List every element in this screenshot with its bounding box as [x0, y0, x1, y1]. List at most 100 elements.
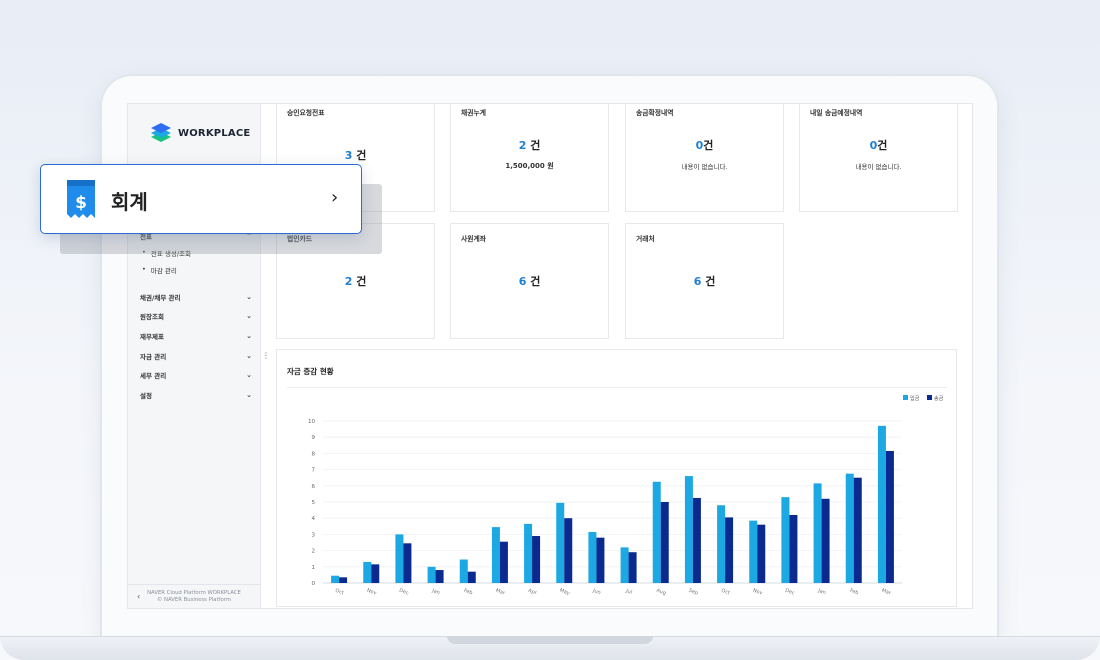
drag-handle-icon[interactable]: ⋮ [262, 351, 270, 360]
x-tick-label: Mar [881, 588, 893, 597]
x-tick-label: Jan [816, 588, 826, 597]
accounting-menu-popup[interactable]: $ 회계 › [40, 164, 362, 234]
bar-remittance [789, 514, 798, 583]
sidebar-item-receivables[interactable]: 채권/채무 관리 ⌄ [140, 292, 252, 302]
sidebar-item-funds[interactable]: 자금 관리 ⌄ [140, 351, 252, 361]
bar-deposit [749, 520, 758, 583]
bar-remittance [885, 450, 894, 583]
logo[interactable]: WORKPLACE [150, 122, 250, 144]
chevron-down-icon: ⌄ [246, 293, 252, 301]
x-tick-label: Apr [527, 588, 538, 597]
bar-deposit [459, 559, 468, 583]
sidebar-item-ledger[interactable]: 원장조회 ⌄ [140, 311, 252, 321]
x-tick-label: Sep [688, 588, 699, 597]
bar-deposit [588, 531, 597, 583]
bar-deposit [524, 523, 533, 583]
x-tick-label: Jan [430, 588, 440, 597]
bar-remittance [596, 537, 605, 583]
chevron-down-icon: ⌄ [246, 352, 252, 360]
bar-remittance [371, 564, 380, 583]
card-empty-message: 내용이 없습니다. [855, 163, 902, 171]
popup-label: 회계 [111, 190, 148, 214]
sidebar-subitem-closing[interactable]: • 마감 관리 [142, 265, 177, 275]
y-tick-label: 0 [312, 581, 316, 587]
bar-remittance [403, 543, 412, 583]
card-vendors[interactable]: 거래처 6 건 [625, 223, 784, 339]
card-empty-message: 내용이 없습니다. [681, 163, 728, 171]
card-remittance-tomorrow[interactable]: 내일 송금예정내역 0건 내용이 없습니다. [799, 104, 958, 212]
fund-chart: 0 1 2 3 4 5 6 7 8 9 10 Oct Nov Dec Jan Feb Mar Apr May Jun J… [308, 395, 944, 597]
bar-remittance [532, 536, 541, 583]
y-tick-label: 5 [312, 500, 316, 506]
card-sub-amount: 1,500,000 원 [505, 162, 554, 170]
bar-deposit [684, 476, 693, 583]
x-tick-label: Nov [752, 588, 763, 597]
x-tick-label: Mar [495, 588, 507, 597]
sidebar-item-financial-statements[interactable]: 재무제표 ⌄ [140, 331, 252, 341]
bar-remittance [692, 497, 701, 583]
x-tick-label: May [559, 587, 571, 596]
card-receivables[interactable]: 채권누계 2 건 1,500,000 원 [450, 104, 609, 212]
chevron-right-icon: › [331, 187, 339, 208]
card-count: 6 건 [693, 275, 716, 288]
x-tick-label: Dec [784, 588, 795, 597]
card-count: 2 건 [344, 275, 367, 288]
y-tick-label: 8 [312, 451, 316, 457]
y-tick-label: 6 [312, 484, 316, 490]
bar-deposit [395, 534, 404, 583]
chevron-down-icon: ⌄ [246, 332, 252, 340]
chevron-down-icon: ⌄ [246, 371, 252, 379]
y-tick-label: 2 [312, 549, 316, 555]
bar-remittance [499, 541, 508, 583]
bar-deposit [781, 497, 790, 583]
card-count: 3 건 [344, 149, 367, 162]
card-count: 2 건 [518, 139, 541, 152]
sidebar-item-tax[interactable]: 세무 관리 ⌄ [140, 370, 252, 380]
collapse-sidebar-icon[interactable]: ‹ [137, 593, 140, 601]
sidebar-footer: ‹ NAVER Cloud Platform WORKPLACE © NAVER… [128, 584, 260, 608]
card-employee-account[interactable]: 사원계좌 6 건 [450, 223, 609, 339]
chevron-down-icon: ⌄ [246, 391, 252, 399]
svg-text:$: $ [75, 193, 87, 213]
bar-deposit [845, 473, 854, 583]
laptop-notch [447, 636, 653, 644]
x-tick-label: Jul [624, 588, 633, 596]
bar-deposit [331, 575, 340, 583]
x-tick-label: Dec [398, 588, 409, 597]
chart-card: 자금 증감 현황 0 1 2 3 4 5 6 7 8 9 10 Oct Nov Dec Jan Feb Mar A… [276, 349, 957, 607]
bar-remittance [628, 552, 637, 583]
bar-remittance [660, 502, 669, 583]
card-count: 0건 [695, 139, 714, 152]
y-tick-label: 1 [312, 565, 316, 571]
y-tick-label: 4 [312, 516, 316, 522]
chevron-down-icon: ⌄ [246, 312, 252, 320]
bar-remittance [339, 577, 348, 583]
bar-deposit [652, 481, 661, 583]
x-tick-label: Jun [591, 588, 601, 597]
bar-remittance [757, 524, 766, 583]
bar-deposit [491, 527, 500, 583]
bar-remittance [435, 570, 444, 583]
bar-deposit [556, 502, 565, 583]
x-tick-label: Nov [366, 588, 377, 597]
y-tick-label: 10 [308, 419, 315, 425]
x-tick-label: Oct [720, 588, 730, 597]
bar-deposit [620, 547, 629, 583]
y-tick-label: 7 [312, 468, 316, 474]
x-tick-label: Oct [334, 588, 344, 597]
legend-swatch [927, 395, 932, 400]
bar-remittance [853, 477, 862, 583]
bar-deposit [717, 505, 726, 583]
sidebar-item-settings[interactable]: 설정 ⌄ [140, 390, 252, 400]
bar-deposit [877, 425, 886, 583]
bar-remittance [467, 571, 476, 583]
logo-text: WORKPLACE [178, 127, 251, 139]
legend-label: 입금 [910, 395, 920, 402]
legend-swatch [903, 395, 908, 400]
bar-remittance [725, 517, 734, 583]
card-remittance-confirmed[interactable]: 송금확정내역 0건 내용이 없습니다. [625, 104, 784, 212]
x-tick-label: Feb [849, 588, 859, 597]
bar-deposit [363, 561, 372, 583]
x-tick-label: Aug [655, 588, 666, 597]
bullet-icon: • [142, 265, 146, 273]
